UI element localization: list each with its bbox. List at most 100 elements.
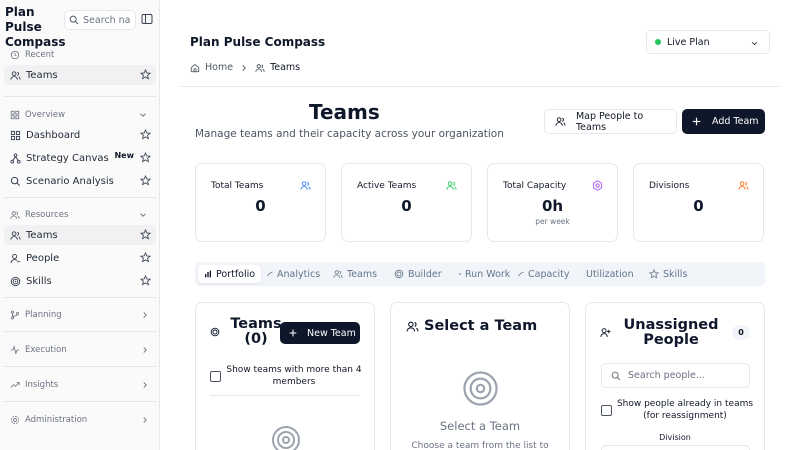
star-icon[interactable] xyxy=(140,275,151,286)
star-icon[interactable] xyxy=(140,152,151,163)
chevron-right-icon xyxy=(143,312,147,318)
plan-select[interactable]: Live Plan xyxy=(646,30,770,54)
people-search[interactable] xyxy=(601,363,750,388)
page-title: Teams xyxy=(309,100,380,124)
division-select[interactable] xyxy=(601,445,750,450)
show-large-teams-label[interactable]: Show teams with more than 4 members xyxy=(224,364,364,388)
grid-icon xyxy=(10,130,21,141)
sidebar-group-planning[interactable]: Planning xyxy=(10,307,150,323)
plus-icon xyxy=(692,117,701,126)
stat-card-total-teams: Total Teams 0 xyxy=(195,163,326,242)
unassigned-title: Unassigned People xyxy=(623,317,719,348)
sidebar-item-skills[interactable]: Skills xyxy=(4,271,156,291)
tab-utilization[interactable]: Utilization xyxy=(580,265,640,283)
chevron-down-icon xyxy=(140,113,146,117)
users-icon xyxy=(555,117,566,126)
sidebar-toggle-icon[interactable] xyxy=(141,13,153,25)
panel-divider xyxy=(210,395,360,396)
users-icon xyxy=(10,70,21,81)
resources-section-label[interactable]: Resources xyxy=(10,210,146,220)
sidebar-item-dashboard[interactable]: Dashboard xyxy=(4,125,156,145)
star-icon[interactable] xyxy=(140,229,151,240)
users-icon xyxy=(406,321,419,331)
users-icon xyxy=(333,270,343,278)
sidebar-divider xyxy=(4,96,156,97)
live-status-dot xyxy=(655,39,661,45)
tab-run-work[interactable]: Run Work xyxy=(453,265,516,283)
add-team-button[interactable]: Add Team xyxy=(682,109,765,134)
team-detail-title: Select a Team xyxy=(406,318,537,334)
tab-builder[interactable]: Builder xyxy=(388,265,448,283)
sidebar-item-people[interactable]: People xyxy=(4,248,156,268)
sidebar-item-scenario-analysis[interactable]: Scenario Analysis xyxy=(4,171,156,191)
sidebar-divider xyxy=(4,297,156,298)
sidebar-divider xyxy=(4,366,156,367)
chevron-down-icon xyxy=(751,42,758,46)
people-search-input[interactable] xyxy=(628,370,743,381)
app-brand[interactable]: Plan Pulse Compass xyxy=(5,5,66,50)
breadcrumb-current: Teams xyxy=(270,62,301,73)
star-icon[interactable] xyxy=(140,175,151,186)
sidebar-divider xyxy=(4,401,156,402)
users-icon xyxy=(446,181,457,190)
target-icon xyxy=(10,276,21,287)
sidebar: Plan Pulse Compass Recent Teams Overview… xyxy=(0,0,160,450)
chevron-right-icon xyxy=(143,347,147,353)
plus-icon xyxy=(289,329,297,337)
sidebar-search[interactable] xyxy=(64,10,136,30)
stat-card-divisions: Divisions 0 xyxy=(633,163,764,242)
new-team-button[interactable]: New Team xyxy=(280,322,360,344)
chart-icon xyxy=(267,271,273,277)
sidebar-group-execution[interactable]: Execution xyxy=(10,342,150,358)
page-subtitle: Manage teams and their capacity across y… xyxy=(195,128,504,140)
star-icon[interactable] xyxy=(140,252,151,263)
empty-state-title: Select a Team xyxy=(439,419,521,433)
show-assigned-people-label[interactable]: Show people already in teams (for reassi… xyxy=(615,398,755,422)
stat-value: 0 xyxy=(693,197,704,215)
team-detail-panel: Select a Team Select a Team Choose a tea… xyxy=(390,302,570,450)
tab-teams[interactable]: Teams xyxy=(327,265,383,283)
sidebar-divider xyxy=(4,197,156,198)
target-icon xyxy=(394,269,404,279)
chevron-right-icon xyxy=(143,382,147,388)
users-icon xyxy=(255,63,265,72)
teams-panel-title: Teams (0) xyxy=(230,316,282,347)
star-icon[interactable] xyxy=(140,129,151,140)
show-large-teams-checkbox[interactable] xyxy=(210,371,221,382)
chart-icon xyxy=(518,271,524,277)
tab-portfolio[interactable]: Portfolio xyxy=(198,265,262,283)
users-icon xyxy=(10,230,21,241)
tab-capacity[interactable]: Capacity xyxy=(512,265,576,283)
show-assigned-people-checkbox[interactable] xyxy=(601,405,612,416)
breadcrumb-home[interactable]: Home xyxy=(205,62,233,73)
grid-icon xyxy=(10,110,20,120)
stat-value: 0 xyxy=(401,197,412,215)
branch-icon xyxy=(11,310,19,320)
map-people-button[interactable]: Map People to Teams xyxy=(544,109,677,134)
sidebar-group-insights[interactable]: Insights xyxy=(10,377,150,393)
tab-skills[interactable]: Skills xyxy=(643,265,693,283)
tab-analytics[interactable]: Analytics xyxy=(261,265,326,283)
recent-section-label: Recent xyxy=(10,50,54,60)
stat-card-active-teams: Active Teams 0 xyxy=(341,163,472,242)
sidebar-search-input[interactable] xyxy=(83,14,135,26)
search-icon xyxy=(69,15,79,25)
new-badge: New xyxy=(114,151,134,160)
stat-card-total-capacity: Total Capacity 0h per week xyxy=(487,163,618,242)
unassigned-people-panel: Unassigned People 0 Show people already … xyxy=(585,302,765,450)
sidebar-item-recent-teams[interactable]: Teams xyxy=(4,65,156,85)
sidebar-item-strategy-canvas[interactable]: Strategy Canvas New xyxy=(4,148,156,168)
search-icon xyxy=(611,371,621,380)
sidebar-item-teams[interactable]: Teams xyxy=(4,225,156,245)
overview-section-label[interactable]: Overview xyxy=(10,110,146,120)
chevron-right-icon xyxy=(242,64,246,71)
star-icon[interactable] xyxy=(140,69,151,80)
chevron-right-icon xyxy=(143,417,147,423)
target-icon xyxy=(463,371,498,406)
sidebar-group-administration[interactable]: Administration xyxy=(10,412,150,428)
activity-icon xyxy=(10,345,20,355)
chevron-down-icon xyxy=(140,213,146,217)
users-icon xyxy=(10,211,20,219)
gear-icon xyxy=(592,180,603,191)
stat-value: 0h xyxy=(541,197,564,215)
